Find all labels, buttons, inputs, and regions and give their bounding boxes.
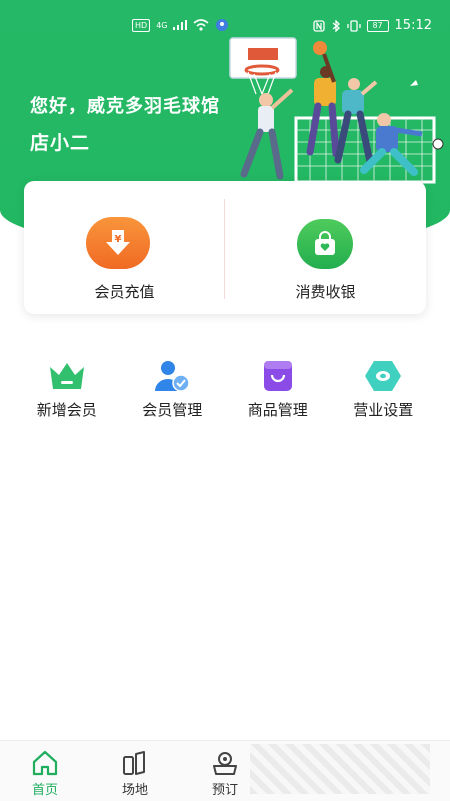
member-recharge-button[interactable]: ¥ 会员充值 xyxy=(24,181,225,314)
crown-icon xyxy=(49,363,84,389)
shop-owner-name: 店小二 xyxy=(30,132,91,154)
checkout-button[interactable]: 消费收银 xyxy=(225,181,426,314)
basketball xyxy=(313,41,327,55)
vibrate-icon xyxy=(346,19,361,32)
quick-business-settings[interactable]: 营业设置 xyxy=(338,355,428,425)
quick-member-management[interactable]: 会员管理 xyxy=(127,355,217,425)
battery-indicator: 87 xyxy=(366,19,389,32)
location-badge-icon xyxy=(216,19,229,31)
tab-court[interactable]: 场地 xyxy=(90,741,180,801)
shuttlecock xyxy=(410,80,418,86)
bluetooth-icon xyxy=(332,19,340,32)
user-check-icon xyxy=(155,361,190,392)
greeting-text: 您好，威克多羽毛球馆 xyxy=(30,96,220,117)
booking-icon xyxy=(213,752,237,775)
soccer-ball xyxy=(432,138,444,150)
quick-product-management[interactable]: 商品管理 xyxy=(233,355,323,425)
status-right: 87 15:12 xyxy=(312,18,432,33)
quick-business-settings-label: 营业设置 xyxy=(353,401,414,419)
quick-links: 新增会员 会员管理 商品管理 营业设置 xyxy=(0,355,450,425)
player-runner xyxy=(334,78,378,166)
home-icon xyxy=(32,750,58,776)
signal-icon xyxy=(173,20,188,30)
svg-text:¥: ¥ xyxy=(115,234,122,245)
shopping-box-icon xyxy=(263,361,292,391)
hd-badge: HD xyxy=(132,18,151,32)
player-basketball xyxy=(306,53,340,158)
status-left: HD 4G xyxy=(132,18,229,32)
player-batter xyxy=(240,88,294,180)
court-icon xyxy=(123,751,145,775)
obscured-tab-area xyxy=(250,744,430,794)
quick-product-management-label: 商品管理 xyxy=(247,401,308,419)
member-recharge-label: 会员充值 xyxy=(94,283,155,301)
shopping-bag-heart-icon xyxy=(297,219,353,269)
quick-member-management-label: 会员管理 xyxy=(142,401,203,419)
checkout-label: 消费收银 xyxy=(295,283,356,301)
sports-illustration xyxy=(229,37,444,184)
hexagon-settings-icon xyxy=(365,361,402,391)
status-time: 15:12 xyxy=(394,18,432,33)
hoop-square xyxy=(248,48,278,60)
quick-add-member[interactable]: 新增会员 xyxy=(22,355,112,425)
yen-download-icon: ¥ xyxy=(86,217,150,269)
player-goalkeeper xyxy=(360,113,423,176)
quick-add-member-label: 新增会员 xyxy=(36,401,97,419)
wifi-icon xyxy=(193,19,210,31)
main-actions-card: ¥ 会员充值 消费收银 xyxy=(24,181,426,314)
tab-court-label: 场地 xyxy=(121,783,148,798)
tab-home-label: 首页 xyxy=(31,783,58,798)
nfc-icon xyxy=(312,19,325,32)
tab-home[interactable]: 首页 xyxy=(0,741,90,801)
signal-4g-label: 4G xyxy=(156,20,168,30)
